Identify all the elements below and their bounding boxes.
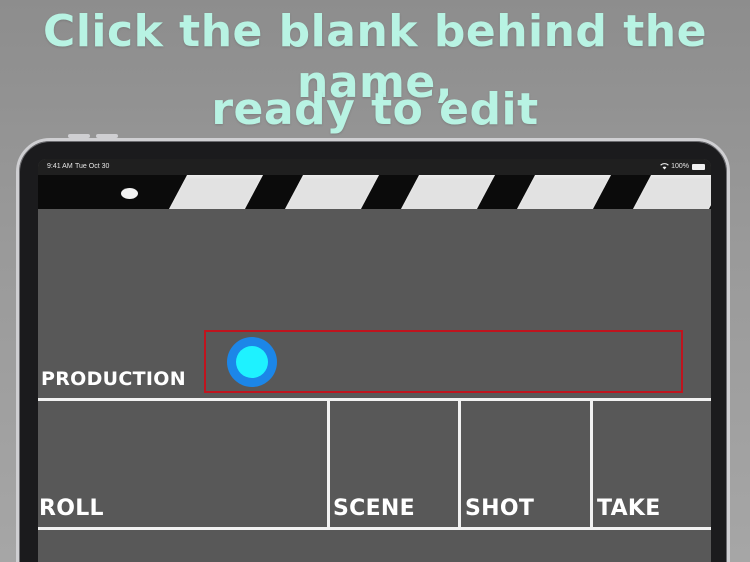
clapperboard-slate: PRODUCTION ROLL SCENE SHOT TAKE [38,209,711,562]
clapper-stripe [400,175,496,209]
clapper-stripe [168,175,264,209]
tap-indicator-icon [227,337,277,387]
headline-line-2: ready to edit [211,84,539,135]
wifi-icon [660,162,669,172]
divider [590,398,593,529]
app-screen: 9:41 AM Tue Oct 30 100% PRODUCTION ROLL … [38,159,711,562]
divider [38,398,711,401]
divider [38,527,711,530]
clapper-stripe [516,175,612,209]
status-date: Tue Oct 30 [75,163,110,170]
clapper-stick [38,175,711,209]
clapper-stripe [632,175,711,209]
battery-icon [692,164,705,170]
status-bar: 9:41 AM Tue Oct 30 100% [38,159,711,175]
take-label: TAKE [597,496,661,521]
status-time: 9:41 AM [47,163,73,170]
clapper-hinge-icon [121,188,138,199]
roll-label: ROLL [39,496,104,521]
scene-label: SCENE [333,496,415,521]
divider [327,398,330,529]
battery-percent: 100% [671,163,689,170]
clapper-stripe [284,175,380,209]
shot-label: SHOT [465,496,535,521]
production-label: PRODUCTION [41,368,186,390]
divider [458,398,461,529]
